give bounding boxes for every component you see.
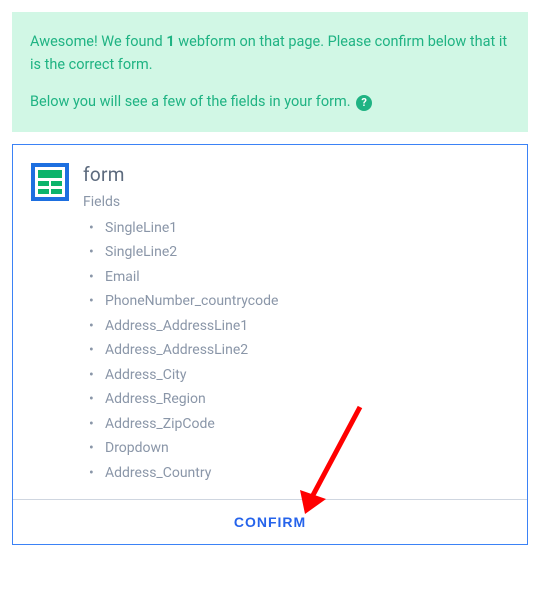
list-item: Address_Country bbox=[105, 461, 509, 486]
list-item: SingleLine2 bbox=[105, 240, 509, 265]
fields-label: Fields bbox=[83, 194, 509, 210]
alert-text: Awesome! We found bbox=[30, 33, 166, 50]
form-title: form bbox=[83, 163, 509, 186]
help-icon[interactable]: ? bbox=[356, 95, 372, 111]
list-item: Dropdown bbox=[105, 436, 509, 461]
confirm-button[interactable]: CONFIRM bbox=[13, 499, 527, 544]
list-item: PhoneNumber_countrycode bbox=[105, 289, 509, 314]
fields-list: SingleLine1SingleLine2EmailPhoneNumber_c… bbox=[83, 216, 509, 486]
alert-text: Below you will see a few of the fields i… bbox=[30, 93, 354, 110]
list-item: Address_AddressLine1 bbox=[105, 314, 509, 339]
list-item: Address_ZipCode bbox=[105, 412, 509, 437]
list-item: SingleLine1 bbox=[105, 216, 509, 241]
form-content: form Fields SingleLine1SingleLine2EmailP… bbox=[83, 163, 509, 486]
success-alert: Awesome! We found 1 webform on that page… bbox=[12, 12, 528, 132]
alert-line-2: Below you will see a few of the fields i… bbox=[30, 90, 510, 113]
form-icon bbox=[31, 163, 69, 205]
list-item: Address_City bbox=[105, 363, 509, 388]
alert-count: 1 bbox=[166, 33, 174, 50]
alert-line-1: Awesome! We found 1 webform on that page… bbox=[30, 30, 510, 76]
list-item: Address_AddressLine2 bbox=[105, 338, 509, 363]
form-card: form Fields SingleLine1SingleLine2EmailP… bbox=[12, 144, 528, 546]
list-item: Address_Region bbox=[105, 387, 509, 412]
list-item: Email bbox=[105, 265, 509, 290]
card-body: form Fields SingleLine1SingleLine2EmailP… bbox=[13, 145, 527, 500]
